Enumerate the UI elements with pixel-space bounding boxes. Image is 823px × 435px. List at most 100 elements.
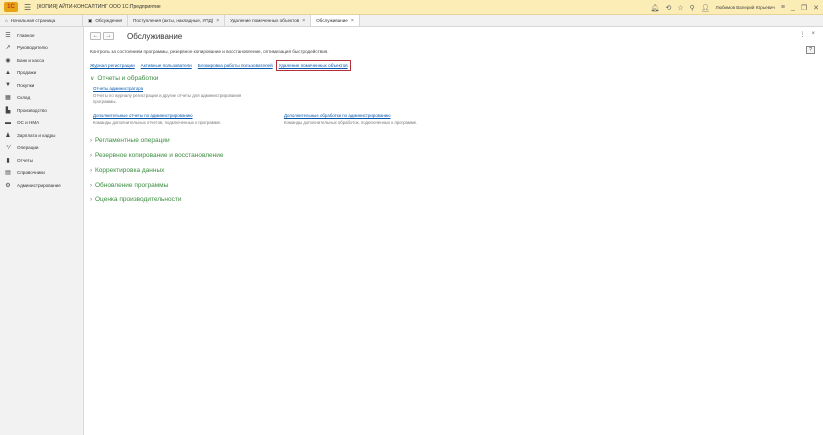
sidebar-item-label: ОС и НМА (17, 120, 40, 126)
sidebar-item-label: Банк и касса (17, 57, 45, 63)
settings-menu-icon[interactable]: ≡ (781, 4, 785, 11)
sidebar-item-catalogs[interactable]: ▤ Справочники (0, 167, 83, 180)
section-performance[interactable]: › Оценка производительности (90, 196, 182, 203)
sidebar-item-purchases[interactable]: ▼ Покупки (0, 79, 83, 92)
truck-icon: ▬ (5, 119, 11, 126)
sidebar-item-label: Руководителю (17, 45, 48, 51)
sidebar: ☰ Главное ↗ Руководителю ◉ Банк и касса ▲ Пр… (0, 27, 84, 435)
chevron-right-icon: › (90, 137, 92, 144)
operations-icon: ⁺∕ (5, 145, 11, 152)
page-header: ← → Обслуживание (90, 31, 182, 41)
help-button[interactable]: ? (806, 46, 815, 54)
section-routine-operations[interactable]: › Регламентные операции (90, 137, 170, 144)
warehouse-icon: ▦ (5, 95, 11, 102)
section-reports[interactable]: ∨ Отчеты и обработки (90, 75, 158, 82)
section-title: Отчеты и обработки (97, 75, 159, 82)
chart-icon: ▮ (6, 157, 10, 164)
sidebar-item-label: Справочники (17, 170, 45, 176)
search-icon[interactable]: ⚲ (690, 4, 695, 12)
tab-label: Удаление помеченных объектов (230, 18, 300, 23)
close-tab-icon[interactable]: × (351, 18, 354, 24)
tab-label: Начальная страница (10, 18, 56, 23)
sidebar-item-label: Продажи (17, 70, 37, 76)
tab-maintenance[interactable]: Обслуживание × (311, 15, 360, 26)
cart-icon: ▼ (5, 82, 11, 89)
tab-receipts[interactable]: Поступления (акты, накладные, УПД) × (128, 15, 226, 26)
chevron-right-icon: › (90, 196, 92, 203)
close-tab-icon[interactable]: × (216, 18, 219, 24)
bag-icon: ▲ (5, 69, 11, 76)
sidebar-item-sales[interactable]: ▲ Продажи (0, 67, 83, 80)
link-extra-reports[interactable]: Дополнительные отчеты по администрирован… (93, 113, 193, 118)
section-title: Обновление программы (95, 182, 169, 189)
section-title: Регламентные операции (95, 137, 170, 144)
home-icon: ⌂ (5, 18, 8, 23)
hamburger-menu-icon[interactable]: ☰ (24, 3, 31, 12)
person-icon: ♟ (5, 132, 11, 139)
sidebar-item-salary[interactable]: ♟ Зарплата и кадры (0, 129, 83, 142)
form-controls: ⋮ × (799, 31, 815, 38)
tab-discussions[interactable]: ▣ Обсуждения (83, 15, 129, 26)
user-icon[interactable]: 👤︎ (701, 4, 710, 12)
sidebar-item-manager[interactable]: ↗ Руководителю (0, 42, 83, 55)
sidebar-item-admin[interactable]: ⚙ Администрирование (0, 179, 83, 192)
sidebar-item-label: Администрирование (17, 182, 61, 188)
sidebar-item-label: Операции (17, 145, 39, 151)
sidebar-item-label: Зарплата и кадры (17, 132, 56, 138)
star-icon[interactable]: ☆ (677, 4, 683, 12)
back-button[interactable]: ← (90, 32, 101, 40)
book-icon: ▤ (5, 170, 11, 177)
link-event-log[interactable]: Журнал регистрации (90, 63, 135, 68)
section-title: Оценка производительности (95, 196, 182, 203)
link-extra-processing[interactable]: Дополнительные обработки по администриро… (284, 113, 391, 118)
close-icon[interactable]: ✕ (813, 4, 819, 12)
page-description: Контроль за состоянием программы, резерв… (90, 49, 329, 54)
sidebar-item-warehouse[interactable]: ▦ Склад (0, 92, 83, 105)
sidebar-item-production[interactable]: ▙ Производство (0, 104, 83, 117)
chevron-right-icon: › (90, 182, 92, 189)
sidebar-item-operations[interactable]: ⁺∕ Операции (0, 142, 83, 155)
tab-label: Обслуживание (316, 18, 348, 23)
section-title: Резервное копирование и восстановление (95, 152, 224, 159)
section-backup[interactable]: › Резервное копирование и восстановление (90, 152, 224, 159)
link-user-lock[interactable]: Блокировка работы пользователей (198, 63, 273, 68)
tabs-bar: ⌂ Начальная страница ▣ Обсуждения Поступ… (0, 15, 823, 27)
chevron-down-icon: ∨ (90, 76, 95, 82)
section-data-correction[interactable]: › Корректировка данных (90, 167, 164, 174)
user-name[interactable]: Любимов Валерий Юрьевич (716, 5, 775, 10)
sidebar-item-reports[interactable]: ▮ Отчеты (0, 154, 83, 167)
sidebar-item-label: Производство (17, 107, 47, 113)
sidebar-item-label: Отчеты (17, 157, 33, 163)
sidebar-item-label: Главное (17, 32, 35, 38)
minimize-icon[interactable]: _ (791, 4, 795, 11)
admin-reports-description: Отчеты по журналу регистрации и другие о… (93, 93, 242, 104)
more-actions-icon[interactable]: ⋮ (799, 31, 805, 38)
tab-home[interactable]: ⌂ Начальная страница (0, 15, 83, 26)
maximize-icon[interactable]: ❐ (801, 4, 807, 12)
extra-processing-description: Команды дополнительных обработок, подклю… (284, 120, 418, 125)
link-delete-marked-objects[interactable]: Удаление помеченных объектов (275, 60, 351, 71)
forward-button[interactable]: → (103, 32, 114, 40)
link-admin-reports[interactable]: Отчеты администратора (93, 86, 143, 91)
sidebar-item-label: Покупки (17, 82, 35, 88)
history-icon[interactable]: ⟲ (665, 4, 671, 12)
extra-reports-description: Команды дополнительных отчетов, подключе… (93, 120, 222, 125)
close-form-icon[interactable]: × (811, 31, 815, 38)
app-title: [КОПИЯ] АЙТИ-КОНСАЛТИНГ ООО 1С:Предприят… (37, 4, 161, 10)
main-content: ← → Обслуживание ⋮ × ? Контроль за состо… (85, 27, 823, 435)
bank-icon: ◉ (5, 57, 11, 64)
section-update[interactable]: › Обновление программы (90, 182, 168, 189)
gear-icon: ⚙ (5, 182, 11, 189)
sidebar-item-bank[interactable]: ◉ Банк и касса (0, 54, 83, 67)
chevron-right-icon: › (90, 167, 92, 174)
sidebar-item-assets[interactable]: ▬ ОС и НМА (0, 117, 83, 130)
link-active-users[interactable]: Активные пользователи (141, 63, 192, 68)
sidebar-item-main[interactable]: ☰ Главное (0, 29, 83, 42)
factory-icon: ▙ (5, 107, 11, 114)
bell-icon[interactable]: 🔔︎ (651, 4, 660, 12)
chevron-right-icon: › (90, 152, 92, 159)
close-tab-icon[interactable]: × (302, 18, 305, 24)
tab-label: Поступления (акты, накладные, УПД) (133, 18, 214, 23)
title-bar: 1С ☰ [КОПИЯ] АЙТИ-КОНСАЛТИНГ ООО 1С:Пред… (0, 0, 823, 15)
tab-delete-marked[interactable]: Удаление помеченных объектов × (225, 15, 312, 26)
